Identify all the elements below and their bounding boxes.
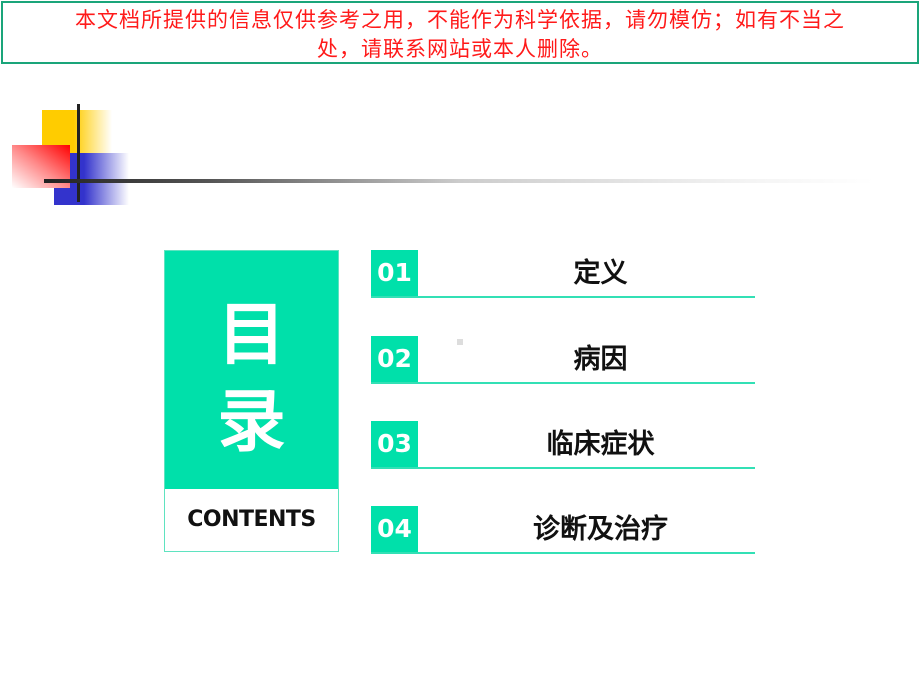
toc-item-number: 01 xyxy=(371,250,418,296)
disclaimer-text: 本文档所提供的信息仅供参考之用，不能作为科学依据，请勿模仿；如有不当之 处，请联… xyxy=(3,6,917,64)
toc-item[interactable]: 01 定义 xyxy=(371,250,755,298)
toc-item-label: 临床症状 xyxy=(546,429,655,460)
toc-item[interactable]: 02 病因 xyxy=(371,336,755,384)
title-char-2: 录 xyxy=(217,383,286,462)
vertical-line xyxy=(77,104,80,202)
decorative-squares-logo-icon xyxy=(0,95,140,205)
title-fill: 目 录 xyxy=(165,251,338,489)
toc-item-label: 病因 xyxy=(573,344,628,375)
header-divider xyxy=(44,179,874,183)
title-char-1: 目 xyxy=(217,296,286,375)
toc-item[interactable]: 04 诊断及治疗 xyxy=(371,506,755,554)
toc-item-number: 04 xyxy=(371,506,418,552)
contents-title-block: 目 录 CONTENTS xyxy=(164,250,339,552)
toc-item-number: 03 xyxy=(371,421,418,467)
toc-item-number: 02 xyxy=(371,336,418,382)
toc-item-label: 定义 xyxy=(573,258,628,289)
contents-subtitle: CONTENTS xyxy=(187,507,316,532)
disclaimer-banner: 本文档所提供的信息仅供参考之用，不能作为科学依据，请勿模仿；如有不当之 处，请联… xyxy=(1,1,919,64)
toc-item-label: 诊断及治疗 xyxy=(533,514,668,545)
toc-item[interactable]: 03 临床症状 xyxy=(371,421,755,469)
disclaimer-line-1: 本文档所提供的信息仅供参考之用，不能作为科学依据，请勿模仿；如有不当之 xyxy=(75,8,845,32)
disclaimer-line-2: 处，请联系网站或本人删除。 xyxy=(317,37,603,61)
